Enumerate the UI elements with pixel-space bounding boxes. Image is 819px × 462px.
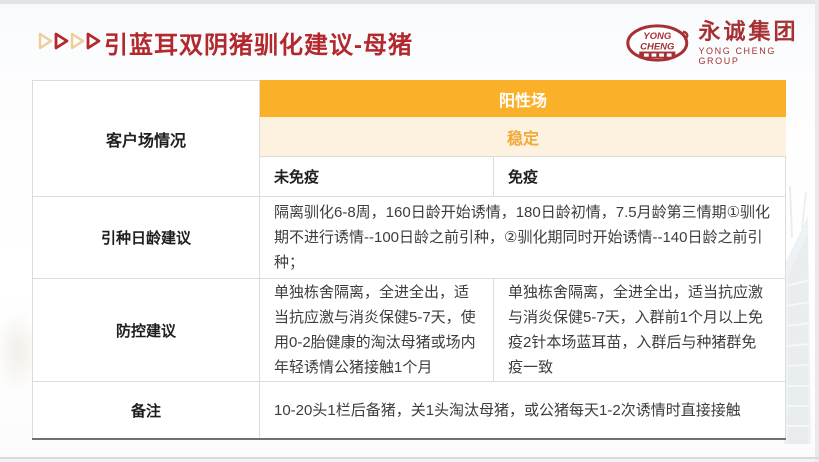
table-col-header-unvaccinated: 未免疫 (260, 157, 494, 197)
arrow-icon (70, 32, 85, 50)
cell-prevention-vaccinated: 单独栋舍隔离，全进全出，适当抗应激与消炎保健5-7天，入群前1个月以上免疫2针本… (494, 279, 786, 382)
page-title: 引蓝耳双阴猪驯化建议-母猪 (104, 32, 413, 59)
window-right-edge (815, 0, 819, 462)
arrow-icon (86, 32, 101, 50)
acclimatization-table: 客户场情况 阳性场 稳定 未免疫 免疫 引种日龄建议 隔离驯化6-8周，160日… (32, 80, 786, 440)
window-bottom-edge (0, 457, 819, 459)
logo-company-name-en: YONG CHENG GROUP (698, 46, 776, 66)
company-logo: YONG CHENG 永诚集团 YONG CHENG GROUP (624, 19, 815, 67)
row-label-intro-age: 引种日龄建议 (32, 197, 260, 279)
row-label-notes: 备注 (32, 382, 260, 438)
logo-badge-text-2: CHENG (640, 42, 675, 53)
logo-company-name-cn: 永诚集团 (698, 19, 799, 44)
slide-viewer: { "header": { "title": "引蓝耳双阴猪驯化建议-母猪", … (0, 0, 819, 462)
presentation-slide: 引蓝耳双阴猪驯化建议-母猪 YONG CHENG 永诚集团 YONG CHENG… (0, 4, 815, 457)
table-col-header-vaccinated: 免疫 (494, 157, 786, 197)
arrow-icon (38, 32, 53, 50)
table-header-positive-farm: 阳性场 (260, 80, 786, 117)
table-subheader-stable: 稳定 (260, 117, 786, 157)
title-arrow-icons (38, 32, 101, 50)
cell-prevention-unvaccinated: 单独栋舍隔离，全进全出，适当抗应激与消炎保健5-7天，使用0-2胎健康的淘汰母猪… (260, 279, 494, 382)
logo-badge-icon: YONG CHENG (626, 24, 689, 62)
logo-badge-text-1: YONG (643, 31, 672, 42)
window-top-edge (0, 0, 819, 4)
cell-notes-content: 10-20头1栏后备猪，关1头淘汰母猪，或公猪每天1-2次诱情时直接接触 (260, 382, 786, 438)
row-label-prevention: 防控建议 (32, 279, 260, 382)
table-corner-header: 客户场情况 (32, 80, 260, 197)
cell-intro-age-content: 隔离驯化6-8周，160日龄开始诱情，180日龄初情，7.5月龄第三情期①驯化期… (260, 197, 786, 279)
logo-wordmark: 永诚集团 YONG CHENG GROUP (698, 19, 815, 67)
arrow-icon (54, 32, 69, 50)
